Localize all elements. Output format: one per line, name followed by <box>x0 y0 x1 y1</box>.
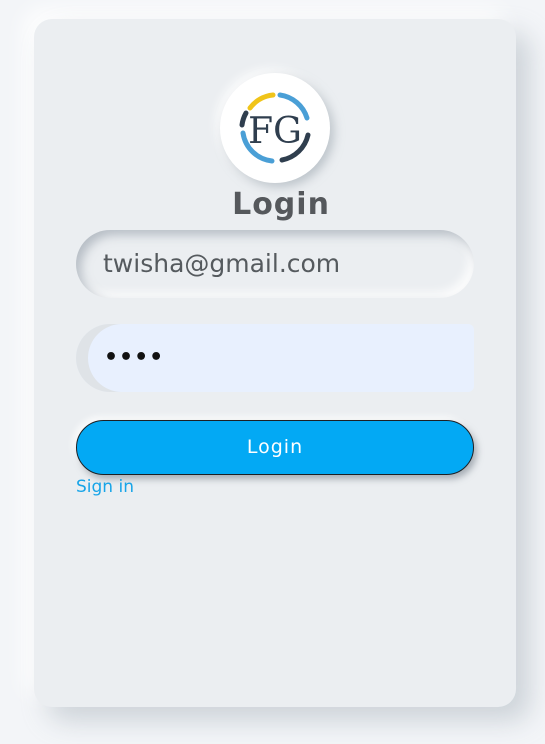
brand-logo: FG <box>220 73 330 183</box>
password-field[interactable]: •••• <box>76 324 474 392</box>
login-button[interactable]: Login <box>76 420 474 475</box>
logo-text: FG <box>248 111 302 152</box>
fg-logo-icon: FG <box>222 75 328 181</box>
email-field[interactable]: twisha@gmail.com <box>76 230 474 298</box>
sign-in-link[interactable]: Sign in <box>76 477 134 497</box>
login-title: Login <box>232 187 330 222</box>
